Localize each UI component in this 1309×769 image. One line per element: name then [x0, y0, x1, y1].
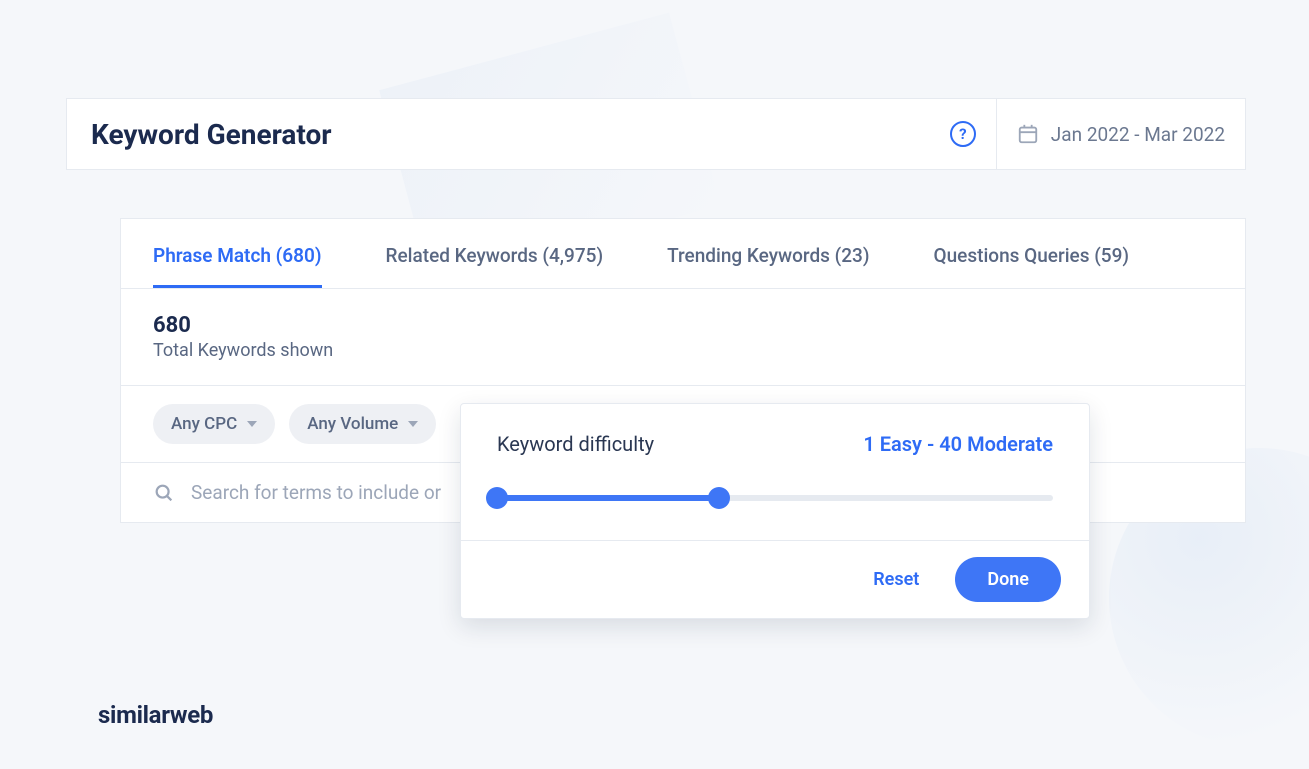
keyword-difficulty-popover: Keyword difficulty 1 Easy - 40 Moderate …	[460, 403, 1090, 619]
keyword-difficulty-slider[interactable]	[497, 488, 1053, 508]
tab-phrase-match[interactable]: Phrase Match (680)	[153, 244, 322, 288]
page-header-bar: Keyword Generator ? Jan 2022 - Mar 2022	[66, 98, 1246, 170]
brand-name: similarweb	[98, 701, 213, 729]
similarweb-logo-icon	[62, 702, 88, 728]
filter-chip-label: Any CPC	[171, 414, 237, 434]
stats-summary: 680 Total Keywords shown	[121, 289, 1245, 386]
filter-chip-label: Any Volume	[307, 414, 398, 434]
popover-label: Keyword difficulty	[497, 432, 654, 456]
search-icon	[153, 482, 175, 504]
date-range-text: Jan 2022 - Mar 2022	[1051, 123, 1225, 146]
tabs-row: Phrase Match (680) Related Keywords (4,9…	[121, 219, 1245, 289]
popover-range-value: 1 Easy - 40 Moderate	[863, 432, 1053, 456]
date-range-picker[interactable]: Jan 2022 - Mar 2022	[996, 99, 1245, 169]
slider-fill	[497, 495, 719, 501]
done-button[interactable]: Done	[955, 557, 1061, 602]
reset-button[interactable]: Reset	[873, 569, 919, 590]
tab-related-keywords[interactable]: Related Keywords (4,975)	[386, 244, 604, 288]
calendar-icon	[1017, 123, 1039, 145]
brand-logo-area: similarweb	[62, 701, 213, 729]
total-keywords-count: 680	[153, 313, 1213, 338]
slider-thumb-max[interactable]	[708, 487, 730, 509]
chevron-down-icon	[247, 421, 257, 427]
slider-thumb-min[interactable]	[486, 487, 508, 509]
total-keywords-label: Total Keywords shown	[153, 340, 1213, 361]
chevron-down-icon	[408, 421, 418, 427]
tab-trending-keywords[interactable]: Trending Keywords (23)	[667, 244, 869, 288]
page-title: Keyword Generator	[91, 118, 332, 151]
filter-chip-volume[interactable]: Any Volume	[289, 404, 436, 444]
tab-questions-queries[interactable]: Questions Queries (59)	[934, 244, 1130, 288]
filter-chip-cpc[interactable]: Any CPC	[153, 404, 275, 444]
help-icon[interactable]: ?	[950, 121, 976, 147]
